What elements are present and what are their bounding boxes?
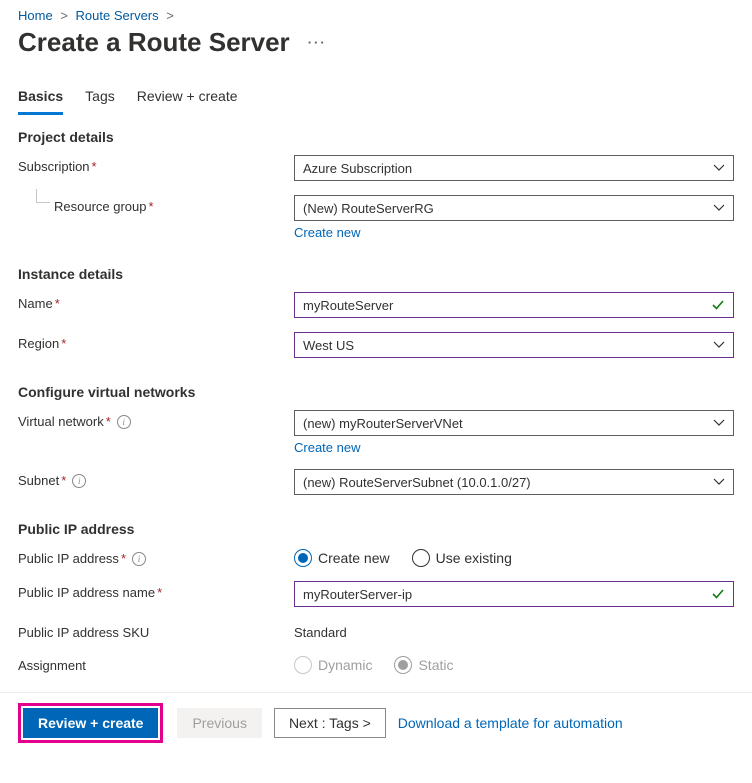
radio-dynamic: Dynamic [294, 656, 372, 674]
subscription-select[interactable]: Azure Subscription [294, 155, 734, 181]
radio-button-icon [294, 549, 312, 567]
label-public-ip-sku: Public IP address SKU [18, 621, 294, 640]
radio-button-icon [394, 656, 412, 674]
label-public-ip: Public IP address* i [18, 547, 294, 566]
previous-button: Previous [177, 708, 261, 738]
public-ip-name-value: myRouterServer-ip [303, 587, 412, 602]
chevron-down-icon [713, 339, 725, 351]
tab-tags[interactable]: Tags [85, 84, 115, 115]
breadcrumb-home[interactable]: Home [18, 8, 53, 23]
public-ip-radio-group: Create new Use existing [294, 547, 734, 567]
label-resource-group: Resource group* [18, 195, 294, 214]
resource-group-select[interactable]: (New) RouteServerRG [294, 195, 734, 221]
public-ip-name-input[interactable]: myRouterServer-ip [294, 581, 734, 607]
public-ip-sku-value: Standard [294, 621, 734, 640]
review-create-button[interactable]: Review + create [23, 708, 158, 738]
section-instance-details: Instance details [18, 266, 734, 282]
virtual-network-value: (new) myRouterServerVNet [303, 416, 463, 431]
chevron-down-icon [713, 162, 725, 174]
resource-group-value: (New) RouteServerRG [303, 201, 434, 216]
tab-basics[interactable]: Basics [18, 84, 63, 115]
info-icon[interactable]: i [132, 552, 146, 566]
radio-static: Static [394, 656, 453, 674]
virtual-network-select[interactable]: (new) myRouterServerVNet [294, 410, 734, 436]
subnet-select[interactable]: (new) RouteServerSubnet (10.0.1.0/27) [294, 469, 734, 495]
subnet-value: (new) RouteServerSubnet (10.0.1.0/27) [303, 475, 531, 490]
label-subnet: Subnet* i [18, 469, 294, 488]
name-input[interactable]: myRouteServer [294, 292, 734, 318]
radio-create-new[interactable]: Create new [294, 549, 390, 567]
chevron-down-icon [713, 202, 725, 214]
section-public-ip: Public IP address [18, 521, 734, 537]
more-icon[interactable]: ··· [308, 35, 327, 50]
radio-use-existing[interactable]: Use existing [412, 549, 512, 567]
breadcrumb: Home > Route Servers > [18, 8, 734, 23]
tabs: Basics Tags Review + create [18, 84, 734, 115]
label-public-ip-name: Public IP address name* [18, 581, 294, 600]
radio-button-icon [294, 656, 312, 674]
radio-use-existing-label: Use existing [436, 550, 512, 566]
check-icon [711, 298, 725, 312]
label-subscription: Subscription* [18, 155, 294, 174]
name-value: myRouteServer [303, 298, 393, 313]
check-icon [711, 587, 725, 601]
label-name: Name* [18, 292, 294, 311]
page-title: Create a Route Server [18, 27, 290, 58]
chevron-down-icon [713, 476, 725, 488]
label-region: Region* [18, 332, 294, 351]
info-icon[interactable]: i [117, 415, 131, 429]
assignment-radio-group: Dynamic Static [294, 654, 734, 674]
section-project-details: Project details [18, 129, 734, 145]
chevron-right-icon: > [60, 8, 68, 23]
tab-review[interactable]: Review + create [137, 84, 238, 115]
highlight-box: Review + create [18, 703, 163, 743]
radio-static-label: Static [418, 657, 453, 673]
chevron-right-icon: > [166, 8, 174, 23]
subscription-value: Azure Subscription [303, 161, 412, 176]
label-virtual-network: Virtual network* i [18, 410, 294, 429]
section-virtual-networks: Configure virtual networks [18, 384, 734, 400]
region-select[interactable]: West US [294, 332, 734, 358]
radio-create-new-label: Create new [318, 550, 390, 566]
breadcrumb-route-servers[interactable]: Route Servers [76, 8, 159, 23]
radio-dynamic-label: Dynamic [318, 657, 372, 673]
label-assignment: Assignment [18, 654, 294, 673]
radio-button-icon [412, 549, 430, 567]
create-new-rg-link[interactable]: Create new [294, 225, 360, 240]
region-value: West US [303, 338, 354, 353]
indent-guide-icon [36, 189, 50, 203]
next-button[interactable]: Next : Tags > [274, 708, 386, 738]
info-icon[interactable]: i [72, 474, 86, 488]
download-template-link[interactable]: Download a template for automation [398, 715, 623, 731]
create-new-vnet-link[interactable]: Create new [294, 440, 360, 455]
footer-bar: Review + create Previous Next : Tags > D… [0, 693, 752, 757]
chevron-down-icon [713, 417, 725, 429]
